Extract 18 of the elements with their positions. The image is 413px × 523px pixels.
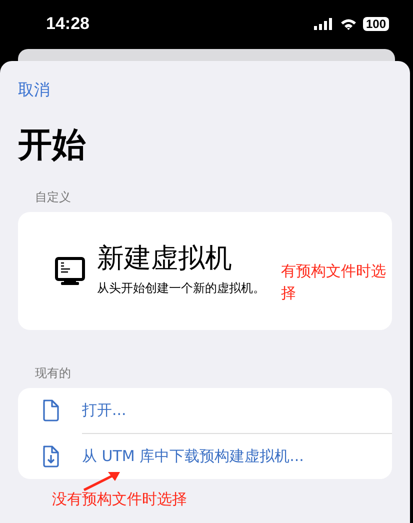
cancel-button[interactable]: 取消 — [18, 61, 50, 102]
list-item[interactable]: 打开... — [82, 401, 126, 420]
annotation-text: 有预构文件时选择 — [281, 261, 387, 304]
download-file-icon — [42, 445, 60, 468]
section-header: 现有的 — [34, 365, 72, 382]
sheet-title: 开始 — [18, 124, 87, 166]
battery-indicator: 100 — [362, 17, 389, 31]
section-header: 自定义 — [34, 189, 72, 206]
monitor-icon — [55, 257, 85, 285]
document-icon — [42, 399, 60, 422]
signal-icon — [314, 18, 334, 30]
option-description: 从头开始创建一个新的虚拟机。 — [97, 280, 265, 296]
annotation-text: 没有预构文件时选择 — [52, 489, 187, 510]
status-time: 14:28 — [46, 14, 90, 34]
wifi-icon — [340, 18, 357, 30]
new-vm-option[interactable]: 新建虚拟机 从头开始创建一个新的虚拟机。 — [18, 212, 265, 330]
list-item[interactable]: 从 UTM 库中下载预构建虚拟机... — [82, 447, 304, 466]
option-title: 新建虚拟机 — [97, 242, 233, 276]
